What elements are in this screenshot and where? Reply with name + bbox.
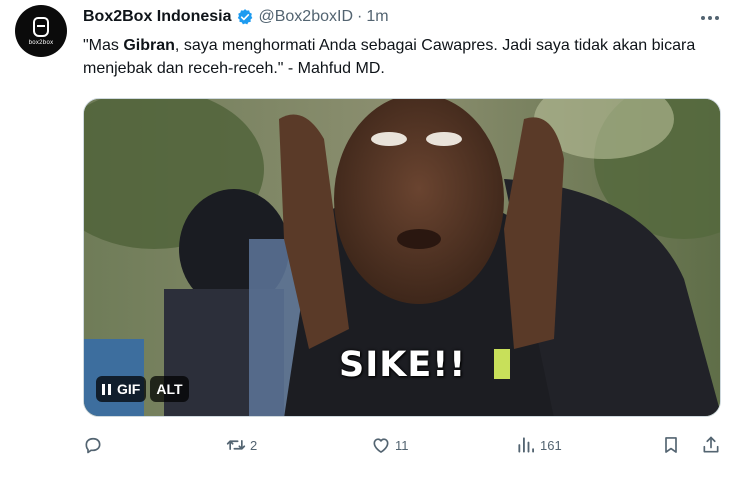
author-handle[interactable]: @Box2boxID — [258, 8, 353, 26]
tweet[interactable]: box2box Box2Box Indonesia @Box2boxID · 1… — [0, 0, 750, 489]
tweet-text-end: , saya menghormati Anda sebagai Cawapres… — [83, 37, 696, 77]
views-button[interactable]: 161 — [516, 430, 562, 460]
like-count: 11 — [395, 437, 409, 453]
heart-icon — [373, 438, 389, 453]
brand-logo-icon — [33, 16, 49, 37]
bookmark-button[interactable] — [661, 430, 681, 460]
tweet-header: Box2Box Indonesia @Box2boxID · 1m — [83, 6, 389, 28]
retweet-count: 2 — [250, 437, 258, 453]
share-button[interactable] — [701, 430, 721, 460]
retweet-icon — [226, 440, 246, 450]
media-controls: GIF ALT — [96, 375, 189, 403]
tweet-text-bold: Gibran — [123, 37, 175, 54]
tweet-text: "Mas Gibran, saya menghormati Anda sebag… — [83, 34, 733, 80]
reply-icon — [85, 437, 101, 454]
gif-pause-button[interactable]: GIF — [96, 376, 147, 402]
author-name[interactable]: Box2Box Indonesia — [83, 8, 231, 26]
views-bar-chart-icon — [518, 437, 534, 453]
share-icon — [703, 436, 719, 453]
gif-media[interactable]: SIKE!! GIF ALT — [83, 98, 721, 417]
tweet-timestamp[interactable]: 1m — [366, 8, 388, 26]
gif-badge: GIF — [117, 381, 141, 397]
bookmark-icon — [665, 437, 677, 453]
views-count: 161 — [540, 437, 562, 453]
tweet-actions: 2 11 161 — [83, 430, 723, 460]
tweet-text-start: "Mas — [83, 37, 124, 54]
avatar[interactable]: box2box — [15, 5, 67, 57]
retweet-button[interactable]: 2 — [226, 430, 257, 460]
separator-dot: · — [357, 8, 363, 25]
verified-badge-icon[interactable] — [236, 8, 254, 26]
like-button[interactable]: 11 — [371, 430, 409, 460]
avatar-brand-text: box2box — [28, 39, 54, 46]
gif-caption: SIKE!! — [339, 345, 467, 385]
pause-icon — [102, 383, 111, 395]
alt-badge-button[interactable]: ALT — [150, 376, 189, 402]
more-options-icon[interactable] — [697, 8, 723, 28]
reply-button[interactable] — [83, 430, 107, 460]
